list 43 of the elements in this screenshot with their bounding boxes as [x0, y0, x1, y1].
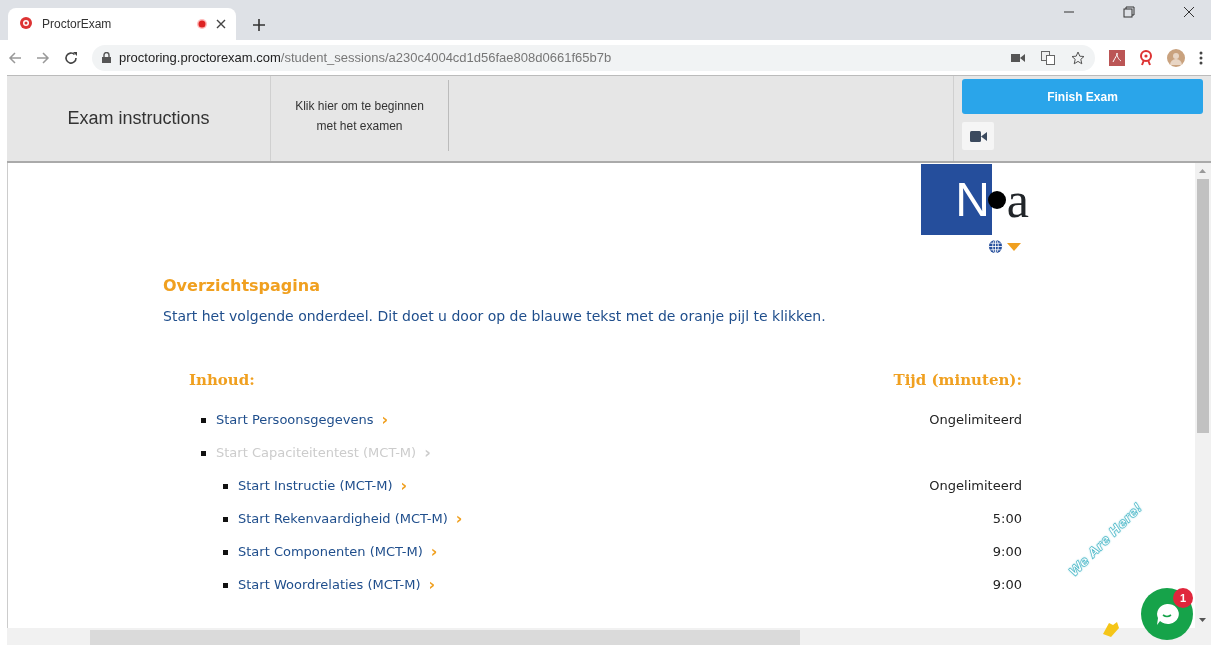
start-exam-link[interactable]: Klik hier om te beginnen met het examen	[294, 95, 425, 136]
time-column-header: Tijd (minuten):	[893, 370, 1022, 391]
bullet-icon	[201, 450, 206, 456]
time-value: Ongelimiteerd	[929, 411, 1022, 430]
finish-exam-button[interactable]: Finish Exam	[962, 79, 1203, 114]
bullet-icon	[223, 582, 228, 588]
globe-icon[interactable]	[988, 239, 1003, 254]
menu-icon[interactable]	[1199, 50, 1203, 65]
lock-icon	[102, 52, 111, 63]
close-icon[interactable]	[1183, 6, 1195, 18]
scrollbar-thumb[interactable]	[1197, 179, 1209, 433]
page-heading: Overzichtspagina	[163, 275, 321, 297]
star-icon[interactable]	[1071, 50, 1085, 65]
pdf-extension-icon[interactable]	[1109, 49, 1125, 66]
webcam-icon	[18, 16, 34, 32]
close-icon[interactable]	[216, 19, 226, 29]
notification-badge: 1	[1173, 588, 1193, 608]
scroll-down-icon[interactable]	[1199, 618, 1206, 622]
time-value: 9:00	[992, 543, 1022, 562]
translate-icon[interactable]	[1041, 50, 1055, 65]
new-tab-icon[interactable]	[252, 18, 266, 32]
section-link[interactable]: Start Persoonsgegevens	[216, 410, 374, 430]
camera-icon[interactable]	[1011, 52, 1025, 63]
bullet-icon	[223, 516, 228, 522]
intro-text: Start het volgende onderdeel. Dit doet u door op de blauwe tekst met de oranje pijl te klikken.	[163, 307, 827, 326]
time-value: 9:00	[992, 576, 1022, 595]
time-value: 5:00	[992, 510, 1022, 529]
forward-arrow-icon[interactable]	[36, 50, 50, 65]
camera-button[interactable]	[962, 122, 994, 150]
exam-instructions-title: Exam instructions	[67, 107, 210, 130]
camera-icon	[969, 130, 987, 142]
content-column-header: Inhoud:	[189, 370, 255, 391]
webcam-extension-icon[interactable]	[1139, 49, 1153, 66]
chat-bubble-icon	[1154, 602, 1180, 626]
bullet-icon	[201, 417, 206, 423]
noa-logo: N a	[920, 164, 1029, 235]
chat-button[interactable]: 1	[1141, 588, 1193, 640]
restore-icon[interactable]	[1123, 6, 1135, 18]
back-arrow-icon[interactable]	[8, 50, 22, 65]
reload-icon[interactable]	[64, 50, 78, 65]
bullet-icon	[223, 549, 228, 555]
bullet-icon	[223, 483, 228, 489]
time-value: Ongelimiteerd	[929, 477, 1022, 496]
